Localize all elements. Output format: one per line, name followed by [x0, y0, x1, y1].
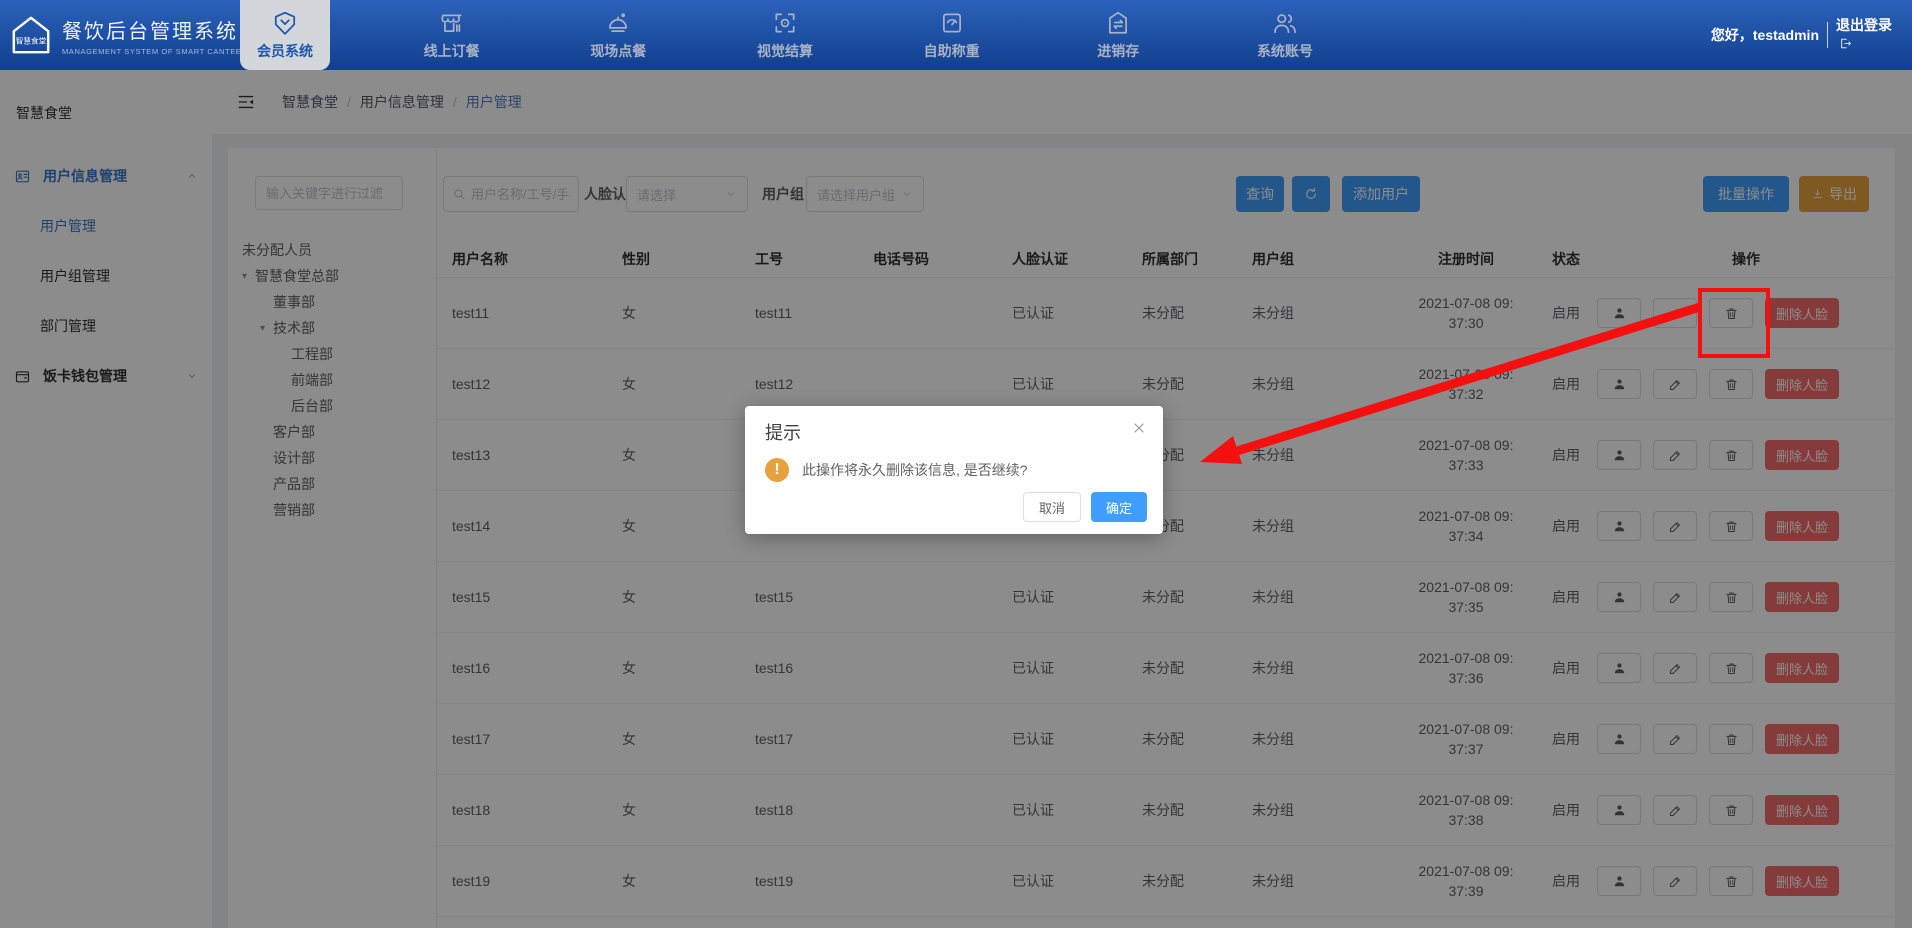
- app-subtitle: MANAGEMENT SYSTEM OF SMART CANTEEN: [62, 47, 247, 56]
- nav-item-label: 系统账号: [1257, 41, 1313, 61]
- warning-icon: !: [765, 458, 789, 482]
- nav-item-membership[interactable]: 会员系统: [240, 0, 330, 70]
- nav-item-inventory[interactable]: 进销存: [1073, 0, 1163, 70]
- inventory-icon: [1105, 10, 1131, 36]
- nav-item-visual-checkout[interactable]: 视觉结算: [740, 0, 830, 70]
- dialog-footer: 取消 确定: [1023, 492, 1147, 522]
- nav-item-label: 线上订餐: [424, 41, 480, 61]
- user-area: 您好，testadmin 退出登录: [1704, 0, 1900, 70]
- nav-menu: 会员系统 线上订餐 现场点餐 视觉结算 自助称重 进销存 系统账号: [240, 0, 1330, 70]
- canteen-logo-icon: 智慧食堂: [10, 14, 52, 56]
- confirm-dialog: 提示 ! 此操作将永久删除该信息, 是否继续? 取消 确定: [745, 406, 1163, 534]
- dialog-title: 提示: [765, 419, 801, 445]
- nav-item-label: 现场点餐: [590, 41, 646, 61]
- close-icon[interactable]: [1131, 420, 1147, 436]
- cancel-button[interactable]: 取消: [1023, 492, 1081, 522]
- dialog-message: 此操作将永久删除该信息, 是否继续?: [802, 460, 1028, 480]
- onsite-order-icon: [605, 10, 631, 36]
- brand-text: 餐饮后台管理系统 MANAGEMENT SYSTEM OF SMART CANT…: [62, 15, 247, 56]
- dialog-body: ! 此操作将永久删除该信息, 是否继续?: [765, 458, 1147, 482]
- nav-item-label: 视觉结算: [757, 41, 813, 61]
- logout-label: 退出登录: [1836, 17, 1892, 33]
- app-title: 餐饮后台管理系统: [62, 15, 247, 44]
- nav-item-label: 自助称重: [924, 41, 980, 61]
- nav-item-label: 会员系统: [257, 41, 313, 61]
- nav-item-label: 进销存: [1097, 41, 1139, 61]
- membership-icon: [272, 10, 298, 36]
- online-order-icon: [439, 10, 465, 36]
- logout-button[interactable]: 退出登录: [1836, 16, 1900, 54]
- nav-item-system-account[interactable]: 系统账号: [1240, 0, 1330, 70]
- divider: [1827, 22, 1828, 48]
- user-greeting: 您好，testadmin: [1711, 25, 1819, 45]
- confirm-button[interactable]: 确定: [1091, 492, 1147, 522]
- nav-item-self-weigh[interactable]: 自助称重: [907, 0, 997, 70]
- top-nav: 智慧食堂 餐饮后台管理系统 MANAGEMENT SYSTEM OF SMART…: [0, 0, 1912, 70]
- brand: 智慧食堂 餐饮后台管理系统 MANAGEMENT SYSTEM OF SMART…: [10, 0, 247, 70]
- nav-item-online-order[interactable]: 线上订餐: [407, 0, 497, 70]
- visual-checkout-icon: [772, 10, 798, 36]
- nav-item-onsite-order[interactable]: 现场点餐: [573, 0, 663, 70]
- svg-text:智慧食堂: 智慧食堂: [16, 36, 47, 46]
- system-account-icon: [1272, 10, 1298, 36]
- logout-icon: [1839, 37, 1852, 50]
- self-weigh-icon: [939, 10, 965, 36]
